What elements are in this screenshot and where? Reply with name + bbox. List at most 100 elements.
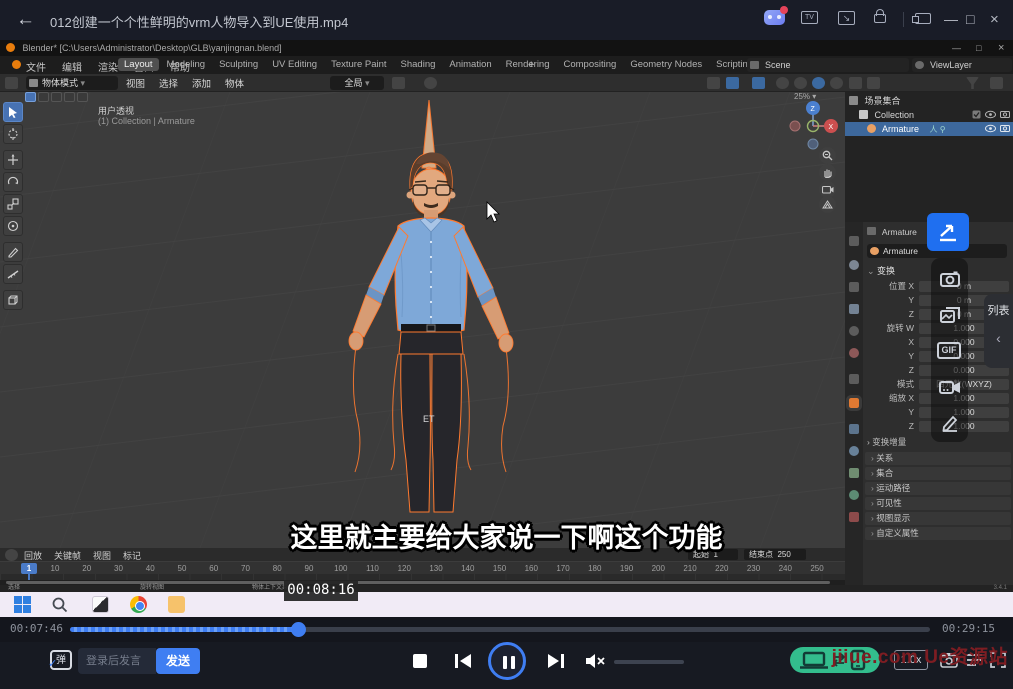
back-arrow-icon[interactable]: ← [16, 9, 35, 31]
viewport-3d: ET Z X 用户透视 (1) Collec [0, 92, 845, 548]
image-capture-icon[interactable] [939, 304, 960, 325]
eye-icon [985, 124, 996, 133]
timeline-ruler: 1 10203040506070809010011012013014015016… [0, 561, 845, 574]
taskbar-app-icon [92, 596, 109, 613]
viewport-menu-item: 添加 [192, 76, 211, 90]
screen-share-icon[interactable]: ↘ [838, 11, 855, 25]
tv-cast-icon[interactable]: TV [801, 11, 818, 24]
screenshot-camera-icon[interactable] [939, 268, 960, 289]
pause-button[interactable] [488, 642, 526, 680]
physics-tab-icon [849, 446, 859, 456]
minimize-button[interactable]: — [944, 11, 958, 27]
scene-tab-icon [849, 326, 859, 336]
viewlayer-tab-icon [849, 304, 859, 314]
outliner-filter-mode-icon [867, 77, 880, 89]
delta-transform-section: 变换增量 [867, 436, 906, 448]
xray-toggle-icon [752, 77, 765, 89]
active-object-label: (1) Collection | Armature [98, 116, 195, 126]
close-button[interactable]: × [990, 11, 999, 28]
camera-icon [1000, 124, 1010, 132]
measure-tool [3, 264, 23, 284]
next-button[interactable] [545, 651, 567, 671]
danmaku-toggle-icon[interactable]: 弹✓ [50, 650, 72, 670]
frame-tick: 120 [391, 564, 417, 573]
editor-type-icon [5, 77, 18, 89]
list-flyout-label: 列表 [984, 302, 1013, 318]
mode-dropdown: 物体模式 ▾ [26, 76, 118, 90]
rotate-tool [3, 172, 23, 192]
object-icon [867, 227, 876, 235]
add-workspace-icon: + [528, 59, 534, 71]
viewport-menus: 视图选择添加物体 [126, 76, 244, 90]
viewport-toolbar [3, 102, 25, 312]
workspace-tab: Layout [118, 58, 159, 71]
maximize-button[interactable]: □ [966, 11, 974, 27]
blender-window-titlebar: Blender* [C:\Users\Administrator\Desktop… [0, 40, 1013, 56]
constraints-tab-icon [849, 468, 859, 478]
blender-statusbar: 选择 旋转视图 物体上下文菜单 3.4.1 [0, 585, 1013, 592]
workspace-tab: Compositing [558, 58, 623, 71]
new-collection-icon [990, 77, 1003, 89]
overlays-toggle-icon [726, 77, 739, 89]
app-window: ← 012创建一个个性鲜明的vrm人物导入到UE使用.mp4 TV ↘ — □ … [0, 0, 1013, 689]
mute-icon[interactable] [584, 652, 608, 670]
frame-tick: 160 [518, 564, 544, 573]
shading-rendered-icon [830, 77, 843, 89]
svg-text:Z: Z [811, 106, 816, 113]
workspace-tab: Sculpting [213, 58, 264, 71]
properties-section: 可见性 [865, 497, 1011, 510]
blender-minimize: — [952, 40, 961, 56]
previous-button[interactable] [452, 651, 474, 671]
mini-player-icon[interactable] [915, 13, 931, 24]
viewport-menu-item: 物体 [225, 76, 244, 90]
seek-handle[interactable] [291, 622, 306, 637]
character-model: ET [349, 100, 513, 512]
collection-tab-icon [849, 374, 859, 384]
collapse-chevron-icon[interactable]: ‹ [984, 330, 1013, 346]
frame-tick: 80 [264, 564, 290, 573]
recorder-share-button[interactable] [927, 213, 969, 251]
seek-bar[interactable] [70, 627, 930, 632]
pants-mark: ET [423, 414, 435, 424]
frame-tick: 190 [614, 564, 640, 573]
gif-record-icon[interactable]: GIF [937, 342, 961, 359]
outliner-row-collection: Collection [845, 108, 1013, 122]
recorder-list-flyout[interactable]: 列表 ‹ [984, 294, 1013, 368]
add-cube-tool [3, 290, 23, 310]
folder-icon [168, 596, 185, 613]
cursor-tool [3, 124, 23, 144]
shading-solid-icon [794, 77, 807, 89]
snap-magnet-icon [392, 77, 405, 89]
chat-input[interactable] [78, 648, 156, 674]
frame-tick: 170 [550, 564, 576, 573]
viewport-menu-item: 视图 [126, 76, 145, 90]
lock-icon[interactable] [874, 14, 886, 23]
video-record-icon[interactable] [939, 376, 960, 397]
hips [399, 332, 463, 354]
frame-tick: 180 [582, 564, 608, 573]
object-tab-icon [849, 398, 859, 408]
viewlayer-icon [915, 61, 924, 69]
viewport-tool-header: 物体模式 ▾ 视图选择添加物体 全局 ▾ [0, 74, 845, 92]
workspace-tab: UV Editing [266, 58, 323, 71]
volume-slider[interactable] [614, 660, 684, 664]
outliner-row-scene-collection: 场景集合 [845, 94, 1013, 108]
outliner-editor-icon [849, 77, 862, 89]
workspace-tab: Modeling [161, 58, 212, 71]
stop-button[interactable] [413, 654, 427, 668]
blender-window-title: Blender* [C:\Users\Administrator\Desktop… [23, 43, 282, 53]
frame-tick: 240 [772, 564, 798, 573]
send-button[interactable]: 发送 [156, 648, 200, 674]
right-leg [432, 354, 462, 512]
svg-text:X: X [829, 124, 834, 131]
properties-section: 集合 [865, 467, 1011, 480]
elapsed-time: 00:07:46 [10, 622, 63, 635]
scale-tool [3, 194, 23, 214]
menu-item: 文件 [24, 58, 48, 75]
viewport-menu-item: 选择 [159, 76, 178, 90]
gamepad-icon[interactable] [764, 10, 785, 25]
annotate-pencil-icon[interactable] [939, 412, 960, 433]
frame-tick: 20 [74, 564, 100, 573]
video-area[interactable]: Blender* [C:\Users\Administrator\Desktop… [0, 40, 1013, 592]
right-hand [499, 334, 513, 352]
